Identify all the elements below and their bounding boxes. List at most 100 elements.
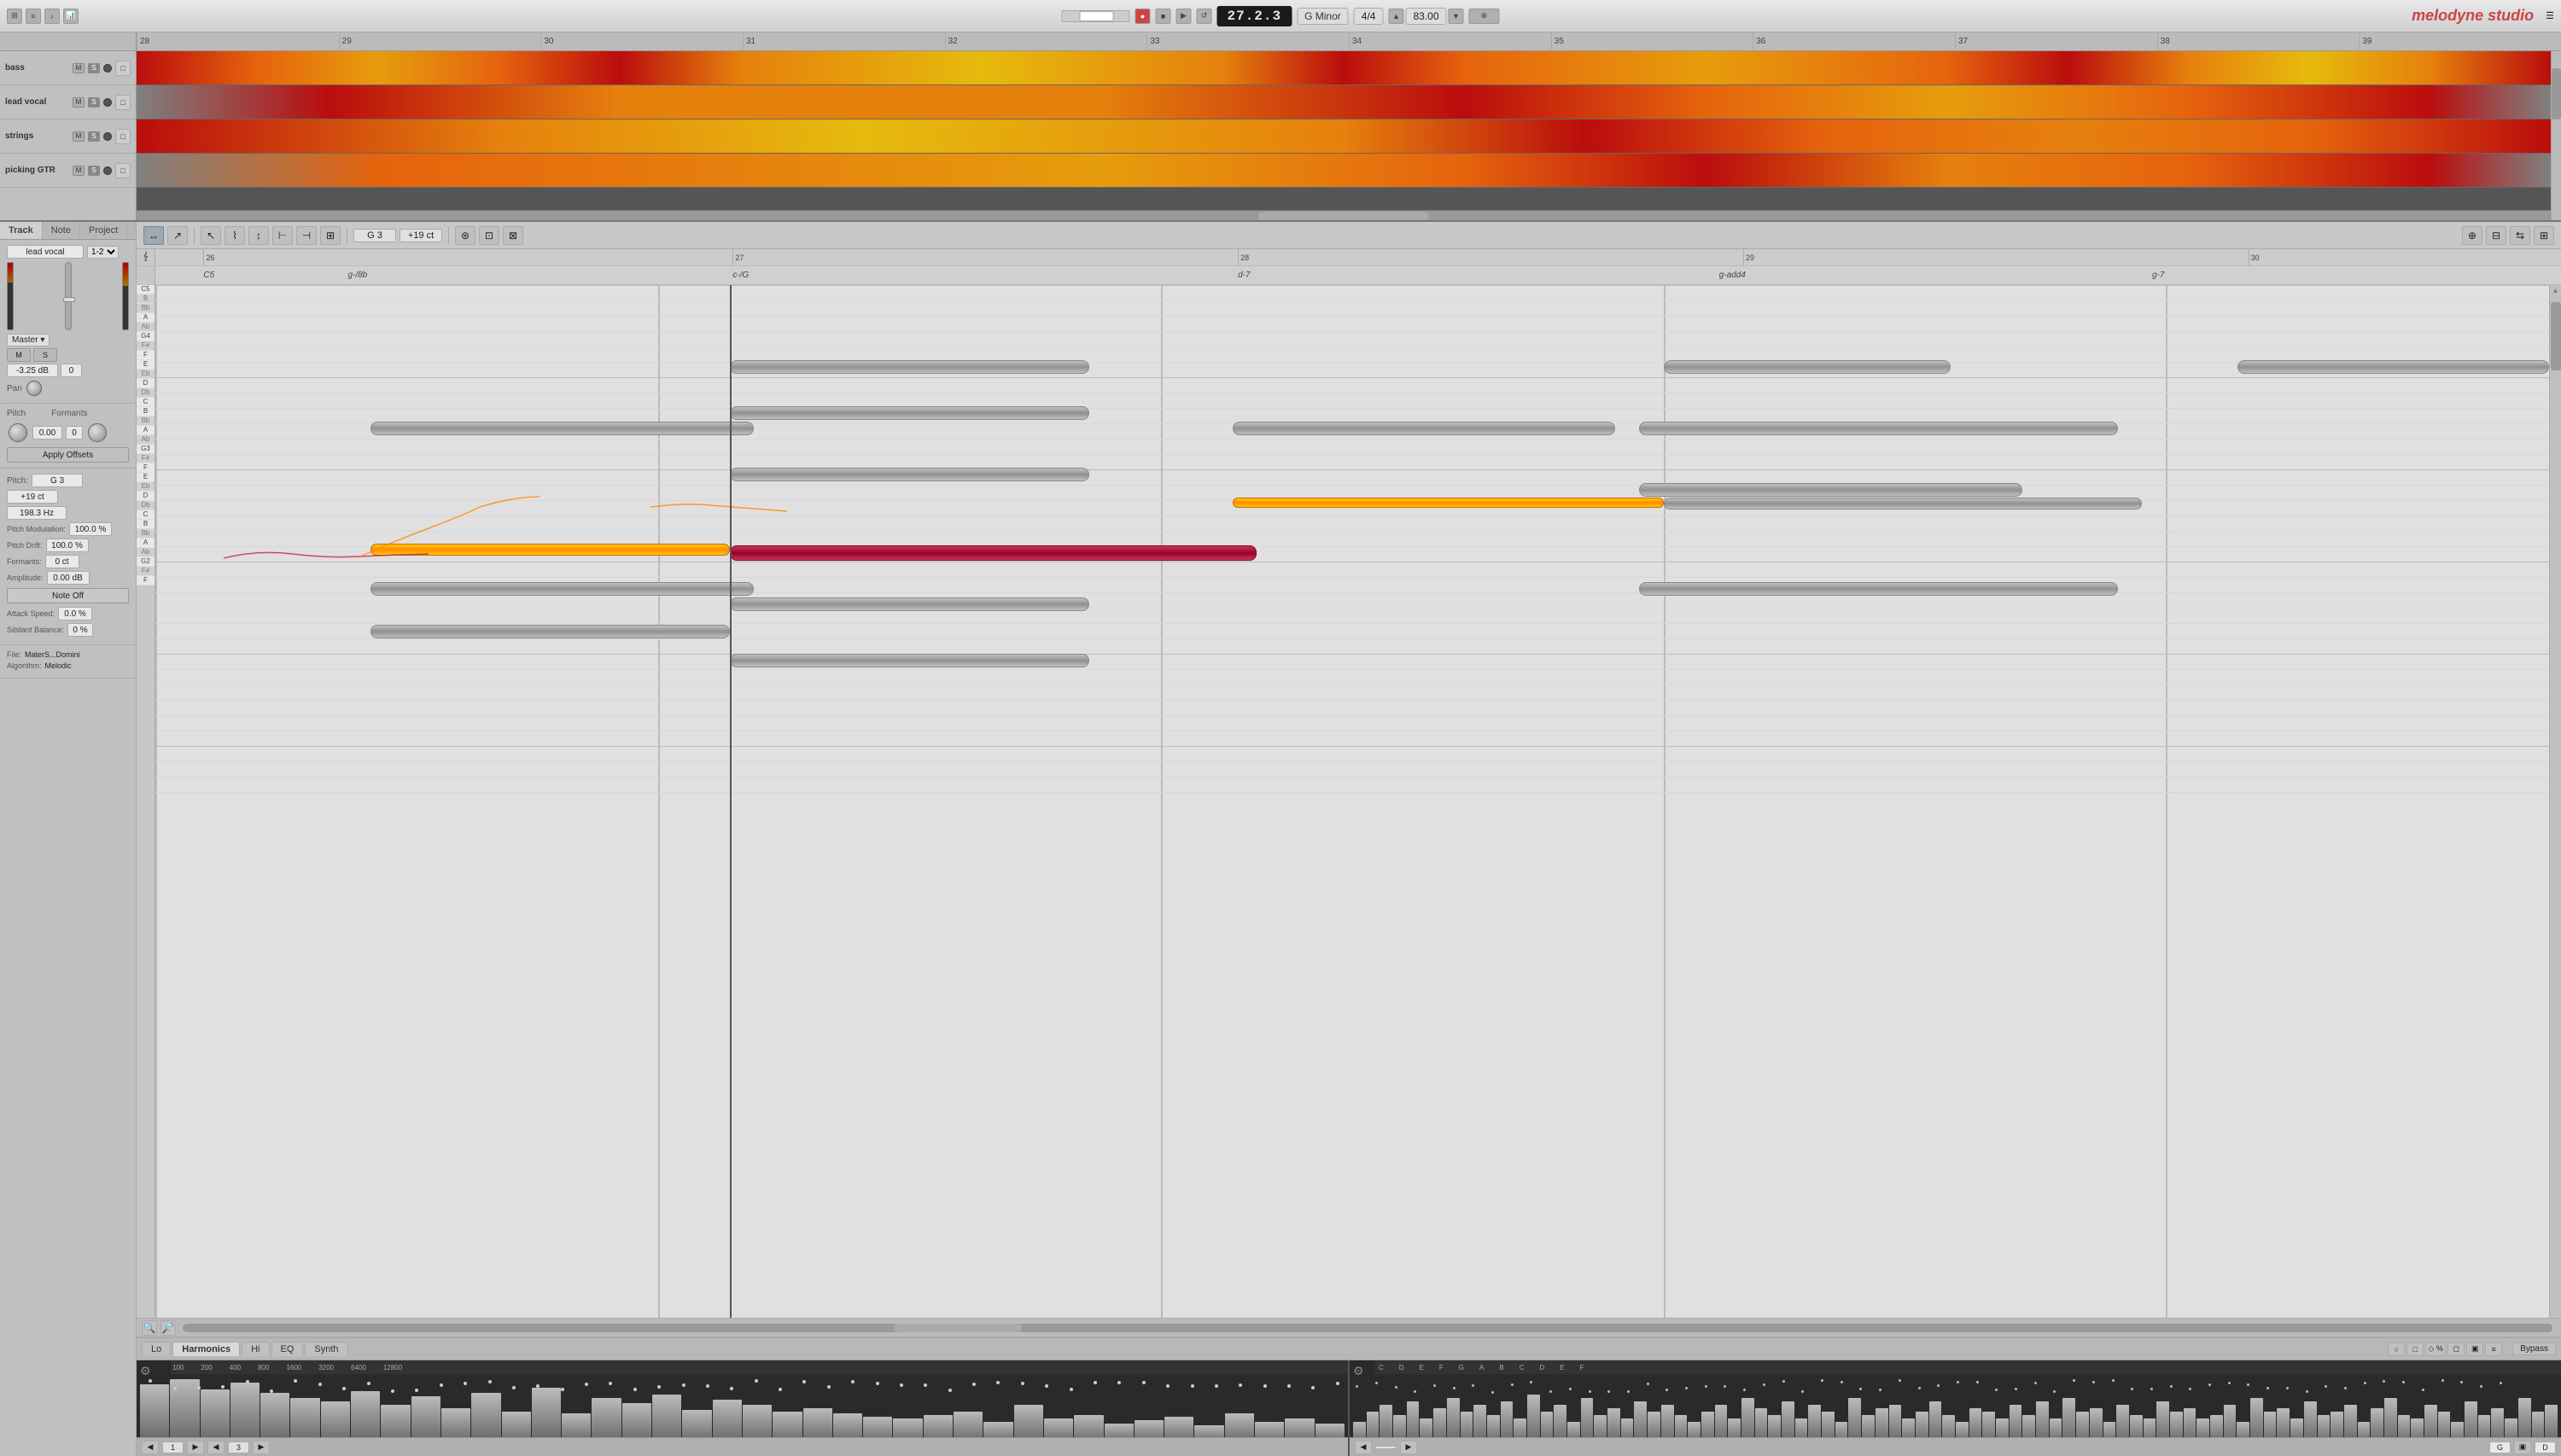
solo-btn-strings[interactable]: S xyxy=(88,131,100,142)
note-G3-selected[interactable] xyxy=(730,545,1257,561)
bypass-btn[interactable]: Bypass xyxy=(2512,1342,2556,1355)
formants-knob[interactable] xyxy=(88,423,107,442)
track-waveforms[interactable] xyxy=(137,51,2551,220)
spec-bar-77[interactable] xyxy=(2384,1398,2397,1442)
scroll-thumb-mt[interactable] xyxy=(1258,212,1429,220)
solo-btn-gtr[interactable]: S xyxy=(88,166,100,176)
harmonics-panel-left[interactable]: ⚙ 100 200 400 800 1600 3200 6400 12800 xyxy=(137,1360,1350,1456)
link-icon[interactable]: ⇆ xyxy=(2510,226,2530,245)
settings-gear-right[interactable]: ⚙ xyxy=(1353,1364,1364,1377)
time-tool-btn[interactable]: ⊢ xyxy=(272,226,293,245)
note-D4-1[interactable] xyxy=(370,422,754,435)
harm-bar-2[interactable] xyxy=(201,1389,230,1442)
tune-up-icon[interactable]: ▲ xyxy=(1388,9,1403,24)
pitch-tool-btn[interactable]: ⌇ xyxy=(225,226,245,245)
spec-next-btn[interactable]: ▶ xyxy=(1400,1441,1417,1454)
toggle-btn-4[interactable]: ◻ xyxy=(2447,1342,2465,1356)
grid-icon[interactable]: ⊞ xyxy=(7,9,22,24)
formants-value[interactable]: 0 xyxy=(66,426,83,440)
waveform-strings[interactable] xyxy=(137,119,2551,154)
formants-val[interactable]: 0 ct xyxy=(45,555,79,568)
select-tool-btn[interactable]: ↔ xyxy=(143,226,164,245)
amplitude-val[interactable]: 0.00 dB xyxy=(47,571,90,585)
harm-bar-15[interactable] xyxy=(592,1398,621,1442)
solo-btn-vocal[interactable]: S xyxy=(88,97,100,108)
snap-icon[interactable]: ⊕ xyxy=(1469,9,1500,24)
v-scroll-thumb-editor[interactable] xyxy=(2551,302,2561,370)
pitch-mod-value[interactable]: 100.0 % xyxy=(69,522,112,536)
tab-hi[interactable]: Hi xyxy=(242,1342,269,1356)
master-select[interactable]: Master ▾ xyxy=(7,334,50,347)
sibilant-val[interactable]: 0 % xyxy=(67,623,93,637)
mute-btn-strings[interactable]: M xyxy=(73,131,85,142)
attack-val[interactable]: 0.0 % xyxy=(58,607,92,620)
pitch-value[interactable]: 0.00 xyxy=(32,426,62,440)
gear-icon-right[interactable]: ⚙ xyxy=(1353,1364,1364,1378)
fader-thumb[interactable] xyxy=(63,297,75,302)
tab-harmonics[interactable]: Harmonics xyxy=(172,1342,240,1356)
harm-bar-19[interactable] xyxy=(713,1400,742,1442)
channel-select[interactable]: 1-2 xyxy=(87,246,119,259)
arrow-tool-btn[interactable]: ↗ xyxy=(167,226,188,245)
tab-track[interactable]: Track xyxy=(0,222,43,239)
tempo-display[interactable]: 83.00 xyxy=(1405,8,1446,25)
scroll-icon-top[interactable]: ▲ xyxy=(2552,287,2559,294)
m-btn[interactable]: M xyxy=(7,348,31,362)
tab-eq[interactable]: EQ xyxy=(271,1342,304,1356)
harm-prev-btn[interactable]: ◀ xyxy=(142,1441,159,1454)
note-D4-3[interactable] xyxy=(1639,422,2118,435)
harm-next2-btn[interactable]: ▶ xyxy=(253,1441,270,1454)
spec-mid-btn[interactable]: ▣ xyxy=(2514,1441,2531,1454)
toggle-btn-1[interactable]: ○ xyxy=(2388,1342,2405,1356)
settings-icon[interactable]: ⊞ xyxy=(2534,226,2554,245)
spec-bar-7[interactable] xyxy=(1447,1398,1460,1442)
waveform-gtr[interactable] xyxy=(137,154,2551,188)
note-G4-3[interactable] xyxy=(2237,360,2549,374)
track-arm-bass[interactable]: □ xyxy=(115,61,131,76)
solo-btn-bass[interactable]: S xyxy=(88,63,100,73)
track-arm-gtr[interactable]: □ xyxy=(115,163,131,178)
s-btn[interactable]: S xyxy=(33,348,57,362)
toggle-btn-5[interactable]: ▣ xyxy=(2466,1342,2483,1356)
track-name-input[interactable]: lead vocal xyxy=(7,245,84,259)
gear-icon-left[interactable]: ⚙ xyxy=(140,1364,151,1378)
spec-bar-60[interactable] xyxy=(2156,1401,2169,1442)
harm-bar-6[interactable] xyxy=(321,1401,350,1442)
toggle-btn-6[interactable]: ≡ xyxy=(2485,1342,2502,1356)
note-B3-1[interactable] xyxy=(1639,483,2022,497)
loop-btn[interactable]: ↺ xyxy=(1196,9,1211,24)
pitch-knob[interactable] xyxy=(9,423,27,442)
menu-icon[interactable]: ☰ xyxy=(2546,10,2554,21)
spec-bar-51[interactable] xyxy=(2036,1401,2049,1442)
harm-bar-13[interactable] xyxy=(532,1388,561,1442)
zoom-out-btn[interactable]: 🔍 xyxy=(142,1320,157,1336)
fader-track[interactable] xyxy=(65,262,72,330)
harmonics-panel-right[interactable]: ⚙ C D E F G A B C D E F xyxy=(1350,1360,2561,1456)
harm-bar-3[interactable] xyxy=(230,1383,260,1442)
tab-note[interactable]: Note xyxy=(43,222,80,239)
v-scroll-thumb-mt[interactable] xyxy=(2552,68,2561,119)
vertical-scrollbar-mt[interactable] xyxy=(2551,51,2561,220)
split-tool-btn[interactable]: ⊣ xyxy=(296,226,317,245)
level-tool-btn[interactable]: ↕ xyxy=(248,226,269,245)
apply-offsets-btn[interactable]: Apply Offsets xyxy=(7,447,129,463)
spec-bar-37[interactable] xyxy=(1848,1398,1861,1442)
note-D4-2[interactable] xyxy=(1233,422,1616,435)
note-B3-orange[interactable] xyxy=(1233,498,1664,508)
snap-btn[interactable]: ⊡ xyxy=(479,226,499,245)
editor-content[interactable]: C5 B Bb A Ab G4 F# F E Eb D Db C B Bb A … xyxy=(137,285,2561,1318)
spec-prev-btn[interactable]: ◀ xyxy=(1355,1441,1372,1454)
note-D3-2[interactable] xyxy=(1639,582,2118,596)
note-C4-1[interactable] xyxy=(730,468,1089,481)
time-sig[interactable]: 4/4 xyxy=(1354,8,1384,25)
waveform-vocal[interactable] xyxy=(137,85,2551,119)
quantize-btn[interactable]: ⊛ xyxy=(455,226,475,245)
note-G4-2[interactable] xyxy=(1664,360,1951,374)
note-D3-1[interactable] xyxy=(370,582,754,596)
track-arm-vocal[interactable]: □ xyxy=(115,95,131,110)
note-G4-1[interactable] xyxy=(730,360,1089,374)
settings-gear-left[interactable]: ⚙ xyxy=(140,1364,151,1377)
note-E4-1[interactable] xyxy=(730,406,1089,420)
h-scroll-thumb-editor[interactable] xyxy=(894,1324,1022,1332)
tab-synth[interactable]: Synth xyxy=(305,1342,347,1356)
